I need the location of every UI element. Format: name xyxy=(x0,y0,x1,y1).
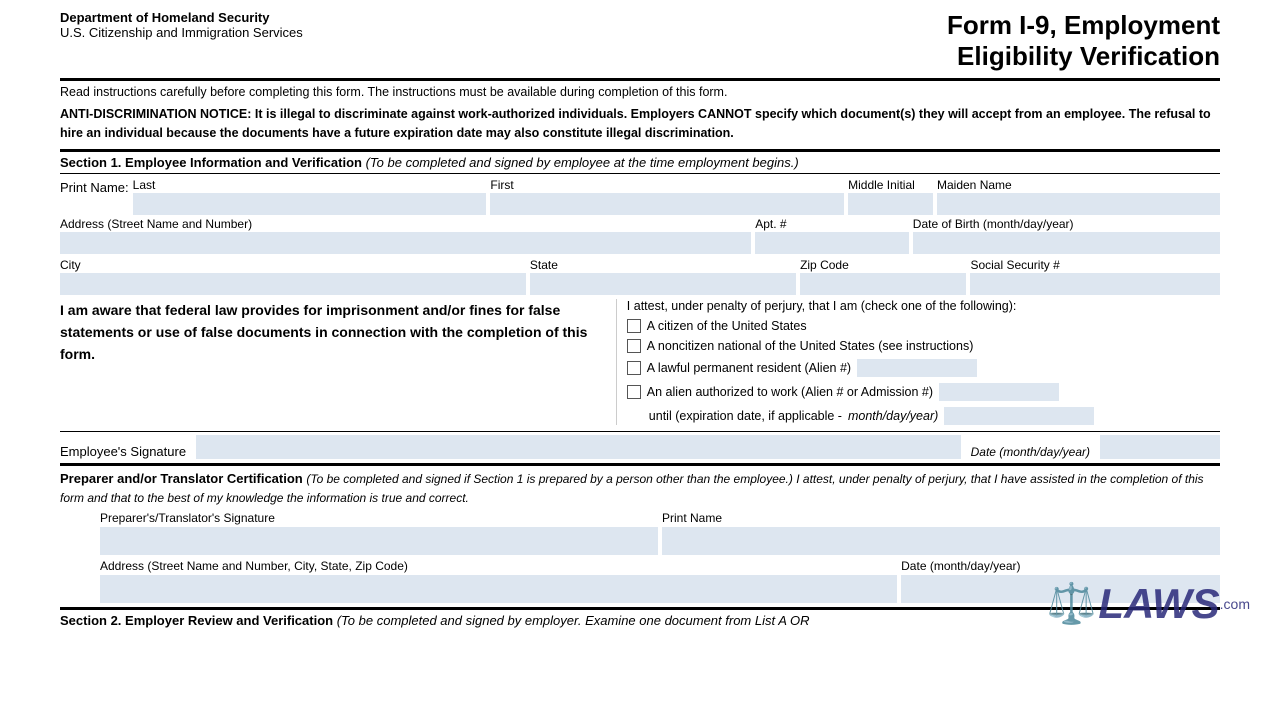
middle-initial-input[interactable] xyxy=(848,193,933,215)
preparer-addr-input[interactable] xyxy=(100,575,897,603)
checkbox-noncitizen[interactable]: A noncitizen national of the United Stat… xyxy=(627,339,1220,353)
laws-suffix: .com xyxy=(1220,596,1250,612)
until-text: until (expiration date, if applicable - xyxy=(649,409,842,423)
first-name-label: First xyxy=(490,178,844,192)
checkbox-alien-authorized[interactable]: An alien authorized to work (Alien # or … xyxy=(627,383,1220,401)
zip-input[interactable] xyxy=(800,273,966,295)
permanent-resident-label: A lawful permanent resident (Alien #) xyxy=(647,361,851,375)
address-input[interactable] xyxy=(60,232,751,254)
form-title-block: Form I-9, Employment Eligibility Verific… xyxy=(947,10,1220,72)
employee-signature-input[interactable] xyxy=(196,435,961,459)
maiden-name-input[interactable] xyxy=(937,193,1220,215)
employee-signature-row: Employee's Signature Date (month/day/yea… xyxy=(60,431,1220,459)
alien-authorized-label: An alien authorized to work (Alien # or … xyxy=(647,385,933,399)
preparer-name-input[interactable] xyxy=(662,527,1220,555)
attest-section: I am aware that federal law provides for… xyxy=(60,299,1220,425)
preparer-header-bold: Preparer and/or Translator Certification xyxy=(60,471,303,486)
alien-authorized-checkbox[interactable] xyxy=(627,385,641,399)
anti-discrimination-notice: ANTI-DISCRIMINATION NOTICE: It is illega… xyxy=(60,105,1220,143)
permanent-resident-checkbox[interactable] xyxy=(627,361,641,375)
employee-sig-label: Employee's Signature xyxy=(60,444,186,459)
last-name-label: Last xyxy=(133,178,487,192)
state-label: State xyxy=(530,258,796,272)
laws-text: LAWS xyxy=(1098,580,1219,628)
noncitizen-checkbox[interactable] xyxy=(627,339,641,353)
citizen-checkbox[interactable] xyxy=(627,319,641,333)
zip-label: Zip Code xyxy=(800,258,966,272)
section2-title: Section 2. Employer Review and Verificat… xyxy=(60,613,333,628)
print-name-label: Print Name: xyxy=(60,178,129,195)
preparer-date-label: Date (month/day/year) xyxy=(901,559,1220,573)
dob-input[interactable] xyxy=(913,232,1220,254)
expiration-date-input[interactable] xyxy=(944,407,1094,425)
ssn-input[interactable] xyxy=(970,273,1220,295)
preparer-name-label: Print Name xyxy=(662,511,1220,525)
dept-name: Department of Homeland Security xyxy=(60,10,303,25)
preparer-name-field: Print Name xyxy=(662,511,1220,555)
preparer-sig-label: Preparer's/Translator's Signature xyxy=(100,511,658,525)
form-title: Form I-9, Employment xyxy=(947,10,1220,41)
agency-info: Department of Homeland Security U.S. Cit… xyxy=(60,10,303,40)
city-input[interactable] xyxy=(60,273,526,295)
dob-label: Date of Birth (month/day/year) xyxy=(913,217,1220,231)
awareness-text: I am aware that federal law provides for… xyxy=(60,299,617,425)
attest-title: I attest, under penalty of perjury, that… xyxy=(627,299,1220,313)
alien-number-input[interactable] xyxy=(857,359,977,377)
preparer-sig-input[interactable] xyxy=(100,527,658,555)
address-row: Address (Street Name and Number) Apt. # … xyxy=(60,217,1220,254)
noncitizen-label: A noncitizen national of the United Stat… xyxy=(647,339,974,353)
address-label: Address (Street Name and Number) xyxy=(60,217,751,231)
maiden-name-label: Maiden Name xyxy=(937,178,1220,192)
until-italic: month/day/year) xyxy=(848,409,938,423)
checkbox-permanent-resident[interactable]: A lawful permanent resident (Alien #) xyxy=(627,359,1220,377)
agency-name: U.S. Citizenship and Immigration Service… xyxy=(60,25,303,40)
preparer-sig-field: Preparer's/Translator's Signature xyxy=(100,511,658,555)
name-row: Print Name: Last First Middle Initial Ma… xyxy=(60,178,1220,215)
employee-date-input[interactable] xyxy=(1100,435,1220,459)
checkbox-citizen[interactable]: A citizen of the United States xyxy=(627,319,1220,333)
preparer-header: Preparer and/or Translator Certification… xyxy=(60,469,1220,508)
apt-label: Apt. # xyxy=(755,217,909,231)
read-instructions-notice: Read instructions carefully before compl… xyxy=(60,85,1220,99)
watermark: ⚖️ LAWS .com xyxy=(1047,580,1250,628)
first-name-input[interactable] xyxy=(490,193,844,215)
state-input[interactable] xyxy=(530,273,796,295)
section2-italic: (To be completed and signed by employer.… xyxy=(337,613,810,628)
until-line: until (expiration date, if applicable - … xyxy=(627,407,1220,425)
date-label: Date (month/day/year) xyxy=(971,445,1090,459)
form-subtitle: Eligibility Verification xyxy=(947,41,1220,72)
preparer-addr-label: Address (Street Name and Number, City, S… xyxy=(100,559,897,573)
preparer-addr-field: Address (Street Name and Number, City, S… xyxy=(100,559,897,603)
ssn-label: Social Security # xyxy=(970,258,1220,272)
city-state-row: City State Zip Code Social Security # xyxy=(60,258,1220,295)
preparer-sig-row: Preparer's/Translator's Signature Print … xyxy=(60,511,1220,555)
apt-input[interactable] xyxy=(755,232,909,254)
middle-initial-label: Middle Initial xyxy=(848,178,933,192)
page-header: Department of Homeland Security U.S. Cit… xyxy=(60,10,1220,72)
laws-icon: ⚖️ xyxy=(1047,580,1097,627)
city-label: City xyxy=(60,258,526,272)
checkboxes-block: I attest, under penalty of perjury, that… xyxy=(617,299,1220,425)
alien-admission-input[interactable] xyxy=(939,383,1059,401)
section1-header: Section 1. Employee Information and Veri… xyxy=(60,149,1220,174)
last-name-input[interactable] xyxy=(133,193,487,215)
citizen-label: A citizen of the United States xyxy=(647,319,807,333)
